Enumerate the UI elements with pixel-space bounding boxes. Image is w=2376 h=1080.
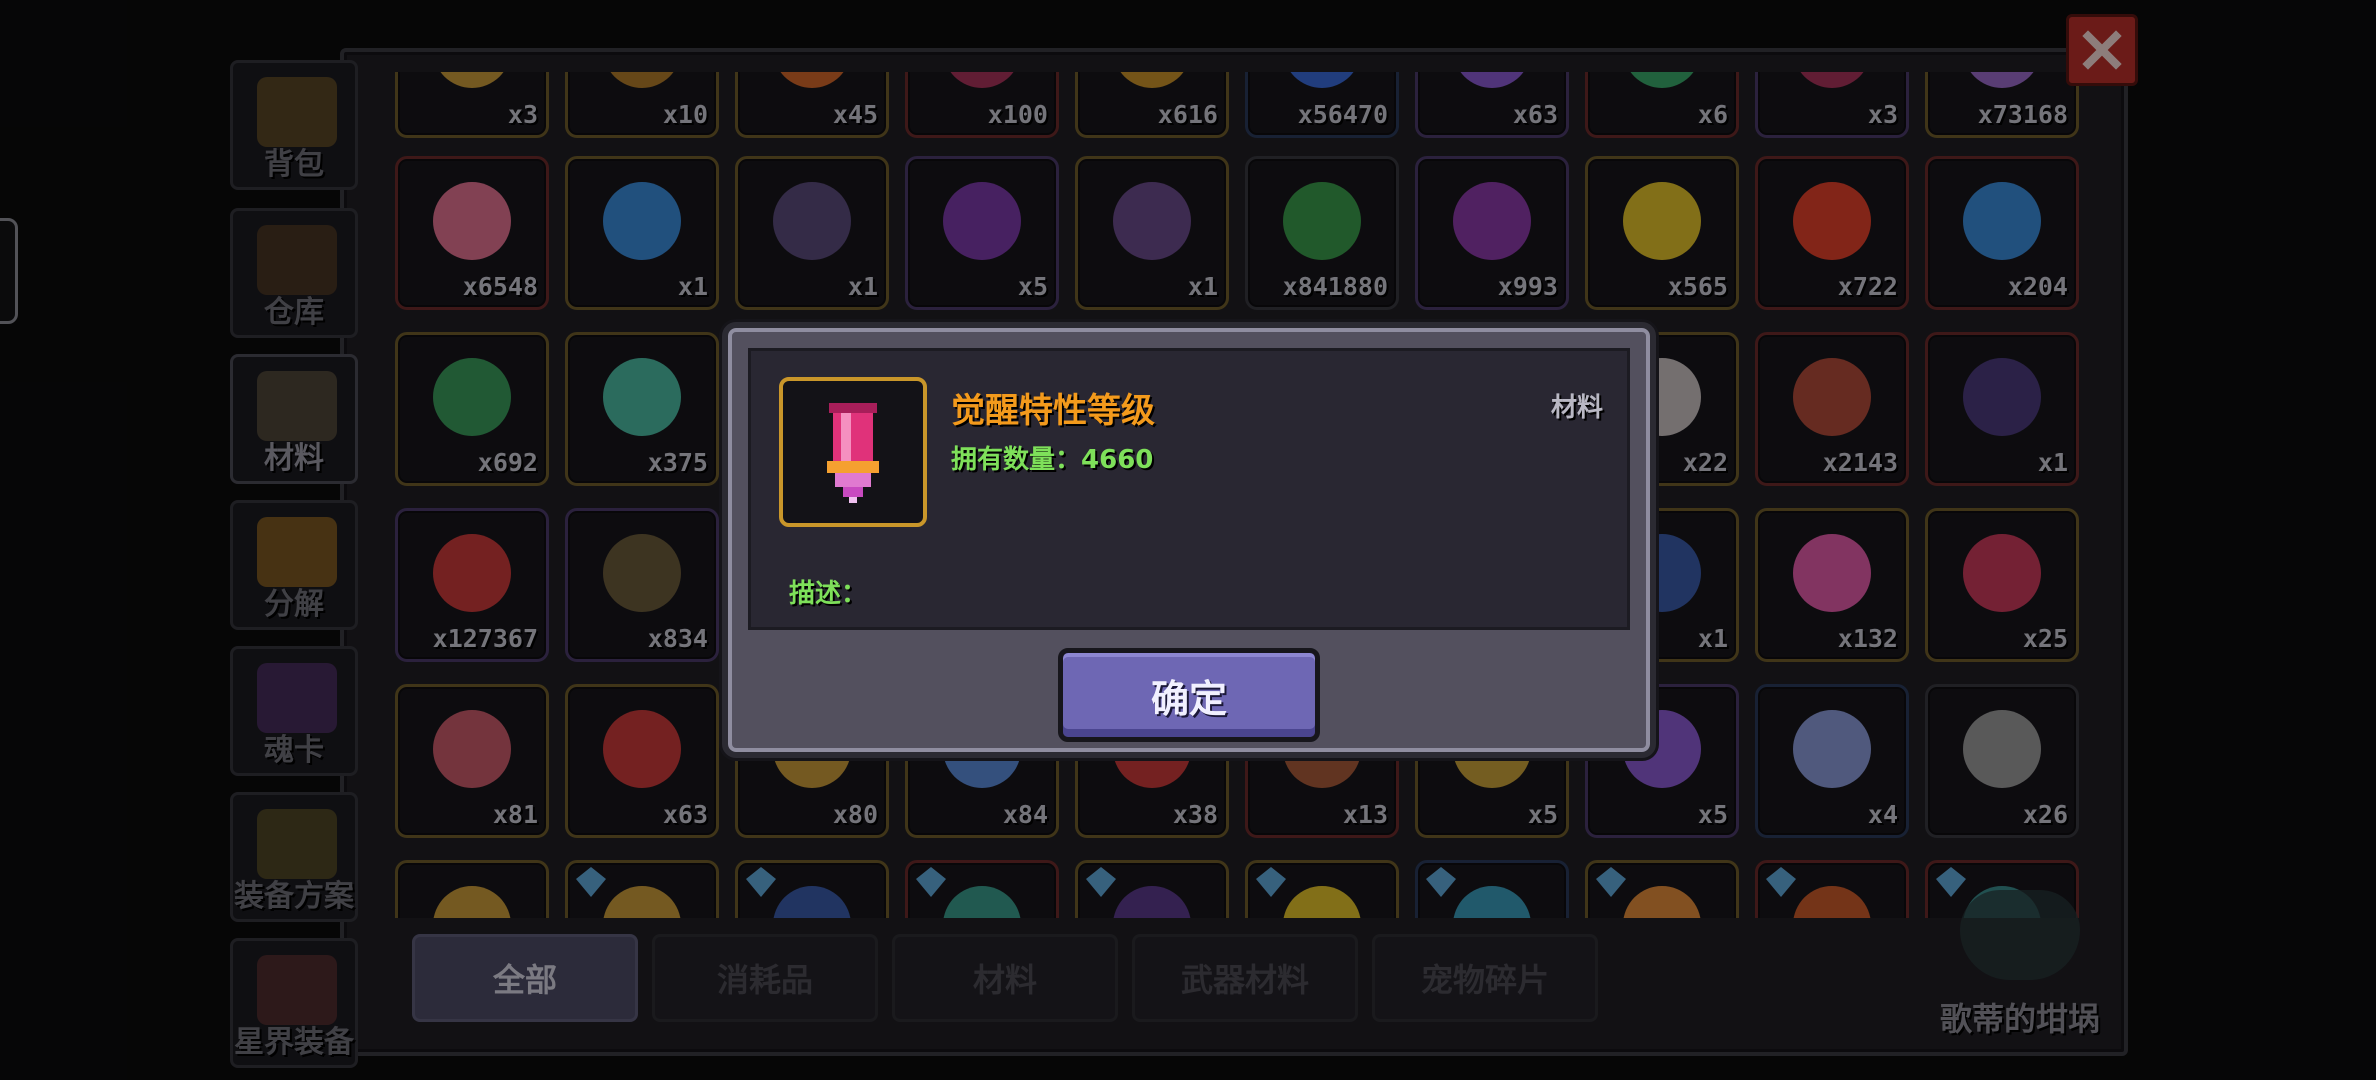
item-icon-frame [779, 377, 927, 527]
awakening-medal-icon [827, 403, 879, 503]
owned-label: 拥有数量： [951, 445, 1082, 475]
owned-quantity: 拥有数量：4660 [951, 439, 1153, 476]
item-name: 觉醒特性等级 [951, 391, 1155, 431]
confirm-button[interactable]: 确定 [1058, 648, 1320, 742]
owned-count: 4660 [1081, 445, 1154, 475]
item-detail-body: 觉醒特性等级 材料 拥有数量：4660 描述： [748, 348, 1630, 630]
item-detail-dialog: 觉醒特性等级 材料 拥有数量：4660 描述： 确定 [722, 322, 1656, 758]
description-label: 描述： [789, 579, 868, 609]
item-category: 材料 [1550, 393, 1603, 423]
